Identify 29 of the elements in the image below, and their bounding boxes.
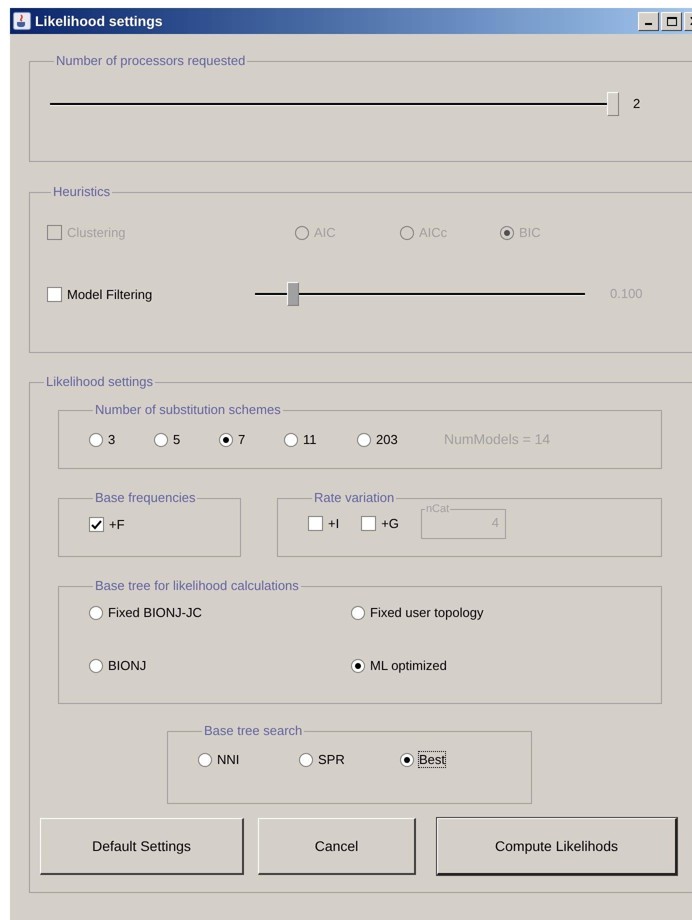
radio-label: 203	[376, 432, 398, 447]
radio-label: SPR	[318, 752, 345, 767]
dialog-button[interactable]: Cancel	[258, 818, 416, 875]
radio-label: Best	[419, 752, 446, 767]
checkbox-label: +F	[109, 517, 125, 532]
group-title: Number of processors requested	[55, 54, 246, 68]
group-title: Base frequencies	[94, 491, 196, 505]
radio-label: 5	[173, 432, 180, 447]
radio-label: BIONJ	[108, 658, 146, 673]
radio-label: 7	[238, 432, 246, 447]
slider-value: 2	[633, 95, 642, 114]
group-title: Base tree search	[203, 724, 304, 738]
checkbox-label: Model Filtering	[67, 286, 152, 302]
dialog-button[interactable]: Compute Likelihods	[437, 818, 677, 875]
group-title: Number of substitution schemes	[94, 403, 282, 417]
group-title: Rate variation	[313, 491, 396, 505]
checkbox-label: +G	[381, 516, 399, 530]
radio-label: 11	[303, 432, 316, 447]
group-title: Base tree for likelihood calculations	[94, 579, 300, 593]
radio-label: Fixed user topology	[370, 605, 484, 620]
radio-label: NNI	[217, 752, 240, 767]
group-title: Heuristics	[52, 185, 112, 199]
radio-label: ML optimized	[370, 658, 447, 673]
checkbox-label: +I	[328, 516, 340, 530]
radio-label: Fixed BIONJ-JC	[108, 605, 202, 620]
radio-label: 3	[108, 432, 116, 447]
group-title: Likelihood settings	[45, 375, 154, 389]
window-title: Likelihood settings	[35, 12, 164, 31]
dialog-button[interactable]: Default Settings	[40, 818, 244, 875]
